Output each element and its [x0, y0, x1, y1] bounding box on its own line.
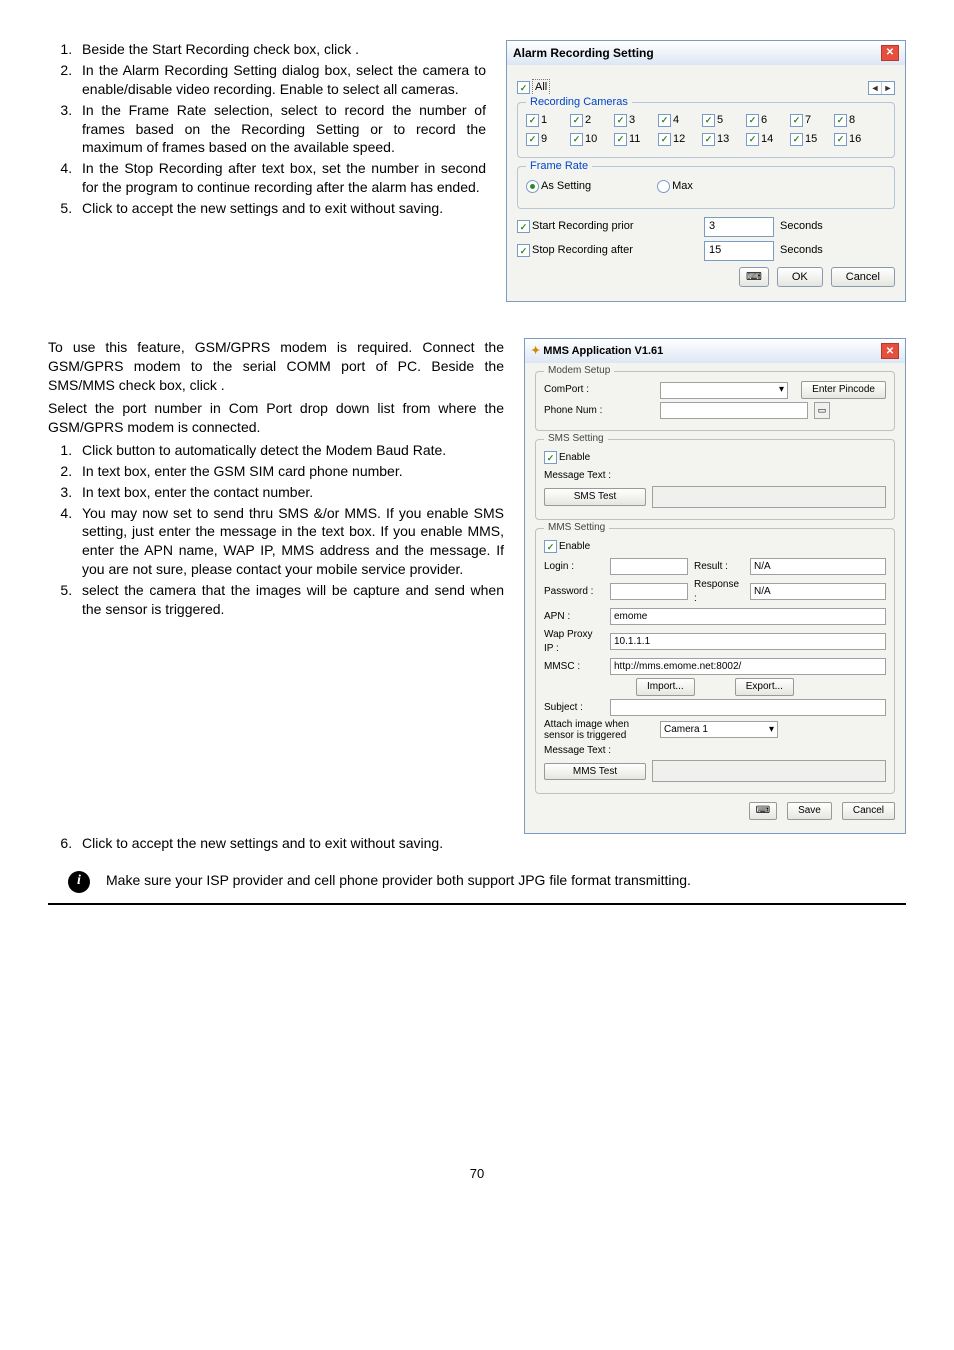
keyboard-icon[interactable]: ⌨: [739, 267, 769, 288]
camera-checkbox-4[interactable]: ✓4: [658, 113, 696, 128]
save-button[interactable]: Save: [787, 802, 832, 820]
stop-recording-checkbox[interactable]: ✓ Stop Recording after: [517, 243, 692, 258]
mms-message-input[interactable]: [652, 760, 886, 782]
s2-item: Click button to automatically detect the…: [76, 441, 504, 460]
section2-list-tail: Click to accept the new settings and to …: [48, 834, 906, 853]
mms-enable-checkbox[interactable]: ✓Enable: [544, 540, 590, 554]
wap-input[interactable]: 10.1.1.1: [610, 633, 886, 650]
cancel-button[interactable]: Cancel: [831, 267, 895, 288]
enter-pincode-button[interactable]: Enter Pincode: [801, 381, 886, 399]
export-button[interactable]: Export...: [735, 678, 794, 696]
camera-checkbox-11[interactable]: ✓11: [614, 132, 652, 147]
keyboard-icon[interactable]: ⌨: [749, 802, 777, 820]
s2-item: In text box, enter the contact number.: [76, 483, 504, 502]
subject-input[interactable]: [610, 699, 886, 716]
comport-select[interactable]: ▾: [660, 382, 788, 399]
section2-intro: To use this feature, GSM/GPRS modem is r…: [48, 338, 504, 395]
phonebook-icon[interactable]: ▭: [814, 402, 830, 419]
camera-checkbox-15[interactable]: ✓15: [790, 132, 828, 147]
section1-list: Beside the Start Recording check box, cl…: [48, 40, 486, 218]
info-icon: i: [68, 871, 90, 893]
mms-dialog: ✦ MMS Application V1.61 ✕ Modem Setup Co…: [524, 338, 906, 834]
password-input[interactable]: [610, 583, 688, 600]
camera-checkbox-5[interactable]: ✓5: [702, 113, 740, 128]
recording-cameras-legend: Recording Cameras: [526, 95, 632, 110]
camera-checkbox-2[interactable]: ✓2: [570, 113, 608, 128]
alarm-dialog-title: Alarm Recording Setting: [513, 45, 654, 61]
camera-checkbox-1[interactable]: ✓1: [526, 113, 564, 128]
page-number: 70: [48, 1165, 906, 1183]
max-radio[interactable]: Max: [657, 179, 693, 194]
camera-checkbox-7[interactable]: ✓7: [790, 113, 828, 128]
start-recording-checkbox[interactable]: ✓ Start Recording prior: [517, 219, 692, 234]
close-icon[interactable]: ✕: [881, 45, 899, 61]
mms-title: MMS Application V1.61: [543, 345, 663, 357]
mms-test-button[interactable]: MMS Test: [544, 763, 646, 781]
all-label: All: [532, 79, 550, 96]
camera-checkbox-13[interactable]: ✓13: [702, 132, 740, 147]
pager-arrows[interactable]: ◄►: [868, 81, 895, 95]
all-checkbox[interactable]: ✓ All: [517, 79, 550, 96]
camera-checkbox-9[interactable]: ✓9: [526, 132, 564, 147]
info-note: Make sure your ISP provider and cell pho…: [106, 871, 691, 890]
sms-test-button[interactable]: SMS Test: [544, 488, 646, 506]
apn-input[interactable]: emome: [610, 608, 886, 625]
mms-setting-legend: MMS Setting: [544, 521, 609, 535]
attach-camera-select[interactable]: Camera 1▾: [660, 721, 778, 738]
frame-rate-legend: Frame Rate: [526, 159, 592, 174]
camera-grid: ✓1 ✓2 ✓3 ✓4 ✓5 ✓6 ✓7 ✓8 ✓9 ✓10 ✓11 ✓12 ✓13 ✓14 ✓15 ✓16: [526, 111, 886, 149]
response-field: N/A: [750, 583, 886, 600]
s1-item: Beside the Start Recording check box, cl…: [76, 40, 486, 59]
stop-recording-seconds[interactable]: 15: [704, 241, 774, 261]
mmsc-input[interactable]: http://mms.emome.net:8002/: [610, 658, 886, 675]
s1-item: In the Alarm Recording Setting dialog bo…: [76, 61, 486, 99]
close-icon[interactable]: ✕: [881, 343, 899, 359]
s2-item: Click to accept the new settings and to …: [76, 834, 906, 853]
s1-item: Click to accept the new settings and to …: [76, 199, 486, 218]
s1-item: In the Frame Rate selection, select to r…: [76, 101, 486, 158]
result-field: N/A: [750, 558, 886, 575]
camera-checkbox-3[interactable]: ✓3: [614, 113, 652, 128]
section2-list: Click button to automatically detect the…: [48, 441, 504, 619]
seconds-label: Seconds: [780, 243, 823, 258]
camera-checkbox-12[interactable]: ✓12: [658, 132, 696, 147]
seconds-label: Seconds: [780, 219, 823, 234]
sms-setting-legend: SMS Setting: [544, 432, 608, 446]
camera-checkbox-16[interactable]: ✓16: [834, 132, 872, 147]
camera-checkbox-14[interactable]: ✓14: [746, 132, 784, 147]
s2-item: In text box, enter the GSM SIM card phon…: [76, 462, 504, 481]
section2-intro2: Select the port number in Com Port drop …: [48, 399, 504, 437]
start-recording-seconds[interactable]: 3: [704, 217, 774, 237]
modem-setup-legend: Modem Setup: [544, 364, 614, 378]
sms-enable-checkbox[interactable]: ✓Enable: [544, 451, 590, 465]
ok-button[interactable]: OK: [777, 267, 823, 288]
phone-num-input[interactable]: [660, 402, 808, 419]
camera-checkbox-8[interactable]: ✓8: [834, 113, 872, 128]
camera-checkbox-10[interactable]: ✓10: [570, 132, 608, 147]
cancel-button[interactable]: Cancel: [842, 802, 895, 820]
s2-item: select the camera that the images will b…: [76, 581, 504, 619]
s2-item: You may now set to send thru SMS &/or MM…: [76, 504, 504, 580]
alarm-recording-dialog: Alarm Recording Setting ✕ ✓ All ◄► Recor…: [506, 40, 906, 302]
camera-checkbox-6[interactable]: ✓6: [746, 113, 784, 128]
import-button[interactable]: Import...: [636, 678, 695, 696]
sms-message-input[interactable]: [652, 486, 886, 508]
s1-item: In the Stop Recording after text box, se…: [76, 159, 486, 197]
as-setting-radio[interactable]: As Setting: [526, 179, 591, 194]
login-input[interactable]: [610, 558, 688, 575]
